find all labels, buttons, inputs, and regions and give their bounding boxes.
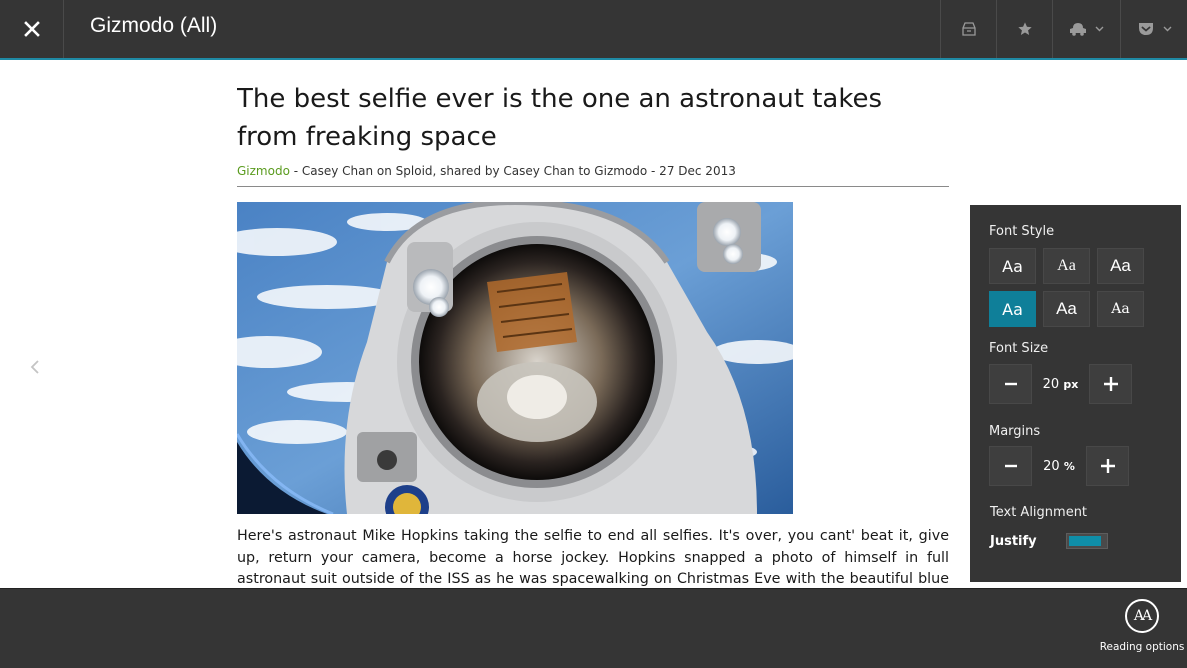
margins-value: 20 % [1032, 459, 1086, 474]
bottom-app-bar: AA Reading options [0, 588, 1187, 668]
reading-options-panel: Font Style Aa Aa Aa Aa Aa Aa Font Size 2… [970, 205, 1181, 582]
feed-title: Gizmodo (All) [90, 14, 218, 37]
article-body: Here's astronaut Mike Hopkins taking the… [237, 528, 949, 587]
top-bar: Gizmodo (All) [0, 0, 1187, 60]
close-button[interactable] [0, 0, 64, 58]
margins-decrease-button[interactable] [989, 446, 1032, 486]
close-icon [23, 21, 40, 37]
minus-icon [1004, 464, 1017, 468]
byline: - Casey Chan on Sploid, shared by Casey … [289, 164, 736, 178]
chevron-left-icon [30, 360, 39, 374]
alignment-toggle[interactable] [1066, 533, 1108, 549]
font-size-decrease-button[interactable] [989, 364, 1032, 404]
margins-unit: % [1063, 459, 1075, 473]
astronaut-selfie-image [237, 202, 793, 514]
star-icon [1017, 22, 1032, 35]
font-option-selected[interactable]: Aa [989, 291, 1036, 327]
font-size-value: 20 px [1032, 377, 1089, 392]
minus-icon [1004, 382, 1017, 386]
text-alignment-row: Justify [990, 533, 1108, 549]
alignment-value: Justify [990, 533, 1037, 549]
star-button[interactable] [996, 0, 1052, 58]
font-size-number: 20 [1042, 376, 1060, 392]
plus-icon [1100, 459, 1115, 473]
article-meta: Gizmodo - Casey Chan on Sploid, shared b… [237, 164, 949, 187]
source-link[interactable]: Gizmodo [237, 164, 290, 178]
margins-number: 20 [1043, 458, 1060, 474]
font-option-sans[interactable]: Aa [989, 248, 1036, 284]
margins-increase-button[interactable] [1086, 446, 1129, 486]
article-title: The best selfie ever is the one an astro… [237, 84, 882, 152]
margins-label: Margins [989, 424, 1041, 439]
font-size-label: Font Size [989, 341, 1049, 356]
pocket-button[interactable] [1120, 0, 1187, 58]
article: The best selfie ever is the one an astro… [237, 80, 949, 588]
font-size-increase-button[interactable] [1089, 364, 1132, 404]
font-option-sans-alt[interactable]: Aa [1097, 248, 1144, 284]
pocket-icon [1138, 23, 1153, 35]
share-icon [1070, 23, 1086, 36]
previous-article-button[interactable] [26, 354, 44, 380]
chevron-down-icon [1163, 26, 1171, 32]
app-root: Gizmodo (All) The best selfie ever is th… [0, 0, 1187, 668]
plus-icon [1103, 377, 1118, 391]
font-option-liberation[interactable]: Aa [1043, 291, 1090, 327]
save-icon [961, 22, 976, 36]
article-hero-image [237, 202, 793, 514]
share-button[interactable] [1052, 0, 1120, 58]
reading-options-label: Reading options [1099, 641, 1185, 653]
chevron-down-icon [1095, 26, 1104, 32]
reading-options-button[interactable]: AA Reading options [1100, 599, 1184, 653]
font-style-grid: Aa Aa Aa Aa Aa Aa [989, 248, 1144, 327]
text-alignment-label: Text Alignment [990, 505, 1088, 520]
font-option-serif[interactable]: Aa [1043, 248, 1090, 284]
alignment-toggle-fill [1069, 536, 1101, 546]
font-style-label: Font Style [989, 224, 1055, 239]
reading-options-icon: AA [1125, 599, 1159, 633]
font-size-stepper: 20 px [989, 364, 1132, 404]
margins-stepper: 20 % [989, 446, 1129, 486]
font-size-unit: px [1063, 377, 1079, 391]
font-option-dejavu-serif[interactable]: Aa [1097, 291, 1144, 327]
save-button[interactable] [940, 0, 996, 58]
